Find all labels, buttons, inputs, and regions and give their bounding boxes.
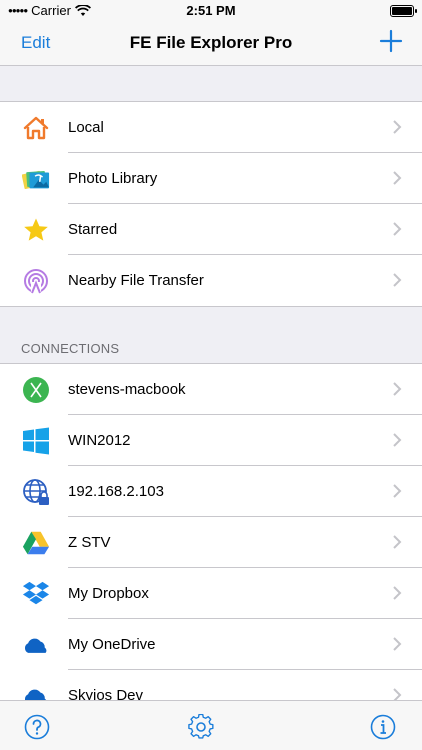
list-item-photo-library[interactable]: Photo Library (0, 153, 422, 204)
onedrive-icon (22, 631, 50, 659)
bottom-toolbar (0, 700, 422, 750)
list-item-label: 192.168.2.103 (68, 466, 422, 517)
chevron-right-icon (393, 120, 402, 134)
list-item-label: WIN2012 (68, 415, 422, 466)
star-icon (22, 216, 50, 244)
list-item-nearby-transfer[interactable]: Nearby File Transfer (0, 255, 422, 306)
google-drive-icon (22, 529, 50, 557)
list-item-connection[interactable]: Z STV (0, 517, 422, 568)
status-bar: ●●●●● Carrier 2:51 PM (0, 0, 422, 22)
chevron-right-icon (393, 382, 402, 396)
list-item-connection[interactable]: My OneDrive (0, 619, 422, 670)
windows-icon (22, 427, 50, 455)
top-spacer (0, 67, 422, 101)
list-item-label: My Dropbox (68, 568, 422, 619)
list-item-label: Local (68, 102, 422, 153)
chevron-right-icon (393, 688, 402, 700)
list-item-label: My OneDrive (68, 619, 422, 670)
list-item-starred[interactable]: Starred (0, 204, 422, 255)
list-item-connection[interactable]: Skyjos Dev (0, 670, 422, 700)
battery-icon (390, 5, 417, 17)
chevron-right-icon (393, 586, 402, 600)
macos-server-icon (22, 376, 50, 404)
list-item-label: Skyjos Dev (68, 687, 144, 700)
chevron-right-icon (393, 273, 402, 287)
page-title: FE File Explorer Pro (129, 33, 293, 52)
dropbox-icon (22, 580, 50, 608)
navigation-bar: Edit FE File Explorer Pro (0, 22, 422, 66)
globe-lock-icon (22, 478, 50, 506)
list-item-local[interactable]: Local (0, 102, 422, 153)
list-item-connection[interactable]: 192.168.2.103 (0, 466, 422, 517)
list-item-connection[interactable]: WIN2012 (0, 415, 422, 466)
home-icon (22, 114, 50, 142)
info-icon[interactable] (370, 714, 396, 740)
chevron-right-icon (393, 171, 402, 185)
list-item-label: stevens-macbook (68, 364, 422, 415)
main-list[interactable]: Local Photo Library Starred Nearby File … (0, 67, 422, 700)
places-group: Local Photo Library Starred Nearby File … (0, 101, 422, 307)
list-item-label: Nearby File Transfer (68, 272, 204, 289)
list-item-label: Photo Library (68, 153, 422, 204)
chevron-right-icon (393, 484, 402, 498)
list-item-connection[interactable]: stevens-macbook (0, 364, 422, 415)
photo-library-icon (22, 165, 50, 193)
connections-group: stevens-macbook WIN2012 192.168.2.103 Z … (0, 363, 422, 700)
clock: 2:51 PM (186, 3, 236, 18)
list-item-label: Starred (68, 204, 422, 255)
add-icon[interactable] (378, 28, 404, 54)
chevron-right-icon (393, 637, 402, 651)
onedrive-icon (22, 682, 50, 700)
section-header-connections: CONNECTIONS (21, 341, 120, 356)
gear-icon[interactable] (188, 714, 214, 740)
list-item-label: Z STV (68, 517, 422, 568)
list-item-connection[interactable]: My Dropbox (0, 568, 422, 619)
help-icon[interactable] (24, 714, 50, 740)
chevron-right-icon (393, 433, 402, 447)
chevron-right-icon (393, 535, 402, 549)
nearby-transfer-icon (22, 267, 50, 295)
chevron-right-icon (393, 222, 402, 236)
